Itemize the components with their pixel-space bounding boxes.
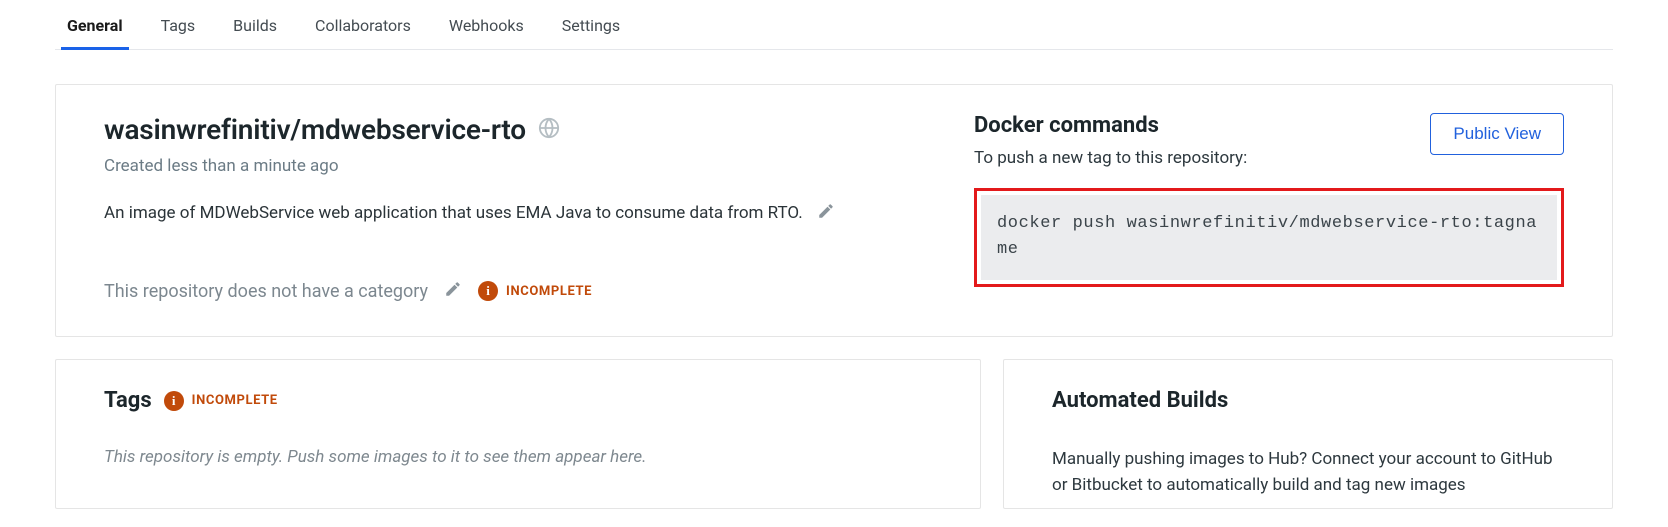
repo-tabs: General Tags Builds Collaborators Webhoo… [55,0,1613,50]
command-highlight-box: docker push wasinwrefinitiv/mdwebservice… [974,188,1564,287]
created-timestamp: Created less than a minute ago [104,156,944,176]
incomplete-badge: i INCOMPLETE [478,281,592,301]
tab-builds[interactable]: Builds [233,8,277,49]
repo-description: An image of MDWebService web application… [104,203,803,223]
info-icon: i [478,281,498,301]
automated-builds-title: Automated Builds [1052,388,1564,413]
pencil-icon[interactable] [444,280,462,302]
docker-push-command[interactable]: docker push wasinwrefinitiv/mdwebservice… [981,195,1557,280]
tab-webhooks[interactable]: Webhooks [449,8,524,49]
tab-collaborators[interactable]: Collaborators [315,8,411,49]
globe-icon [538,117,560,143]
incomplete-badge: i INCOMPLETE [164,391,278,411]
incomplete-label: INCOMPLETE [192,393,278,408]
tab-settings[interactable]: Settings [562,8,620,49]
docker-commands-title: Docker commands [974,113,1247,138]
tab-tags[interactable]: Tags [161,8,196,49]
automated-builds-panel: Automated Builds Manually pushing images… [1003,359,1613,509]
incomplete-label: INCOMPLETE [506,284,592,299]
tags-panel: Tags i INCOMPLETE This repository is emp… [55,359,981,509]
tab-general[interactable]: General [67,8,123,49]
no-category-text: This repository does not have a category [104,281,428,302]
pencil-icon[interactable] [817,202,835,224]
public-view-button[interactable]: Public View [1430,113,1564,155]
automated-builds-description: Manually pushing images to Hub? Connect … [1052,447,1564,498]
push-hint: To push a new tag to this repository: [974,148,1247,168]
tags-panel-title: Tags [104,388,152,413]
overview-panel: wasinwrefinitiv/mdwebservice-rto Created… [55,84,1613,337]
repo-title: wasinwrefinitiv/mdwebservice-rto [104,113,526,146]
tags-empty-message: This repository is empty. Push some imag… [104,447,932,467]
info-icon: i [164,391,184,411]
